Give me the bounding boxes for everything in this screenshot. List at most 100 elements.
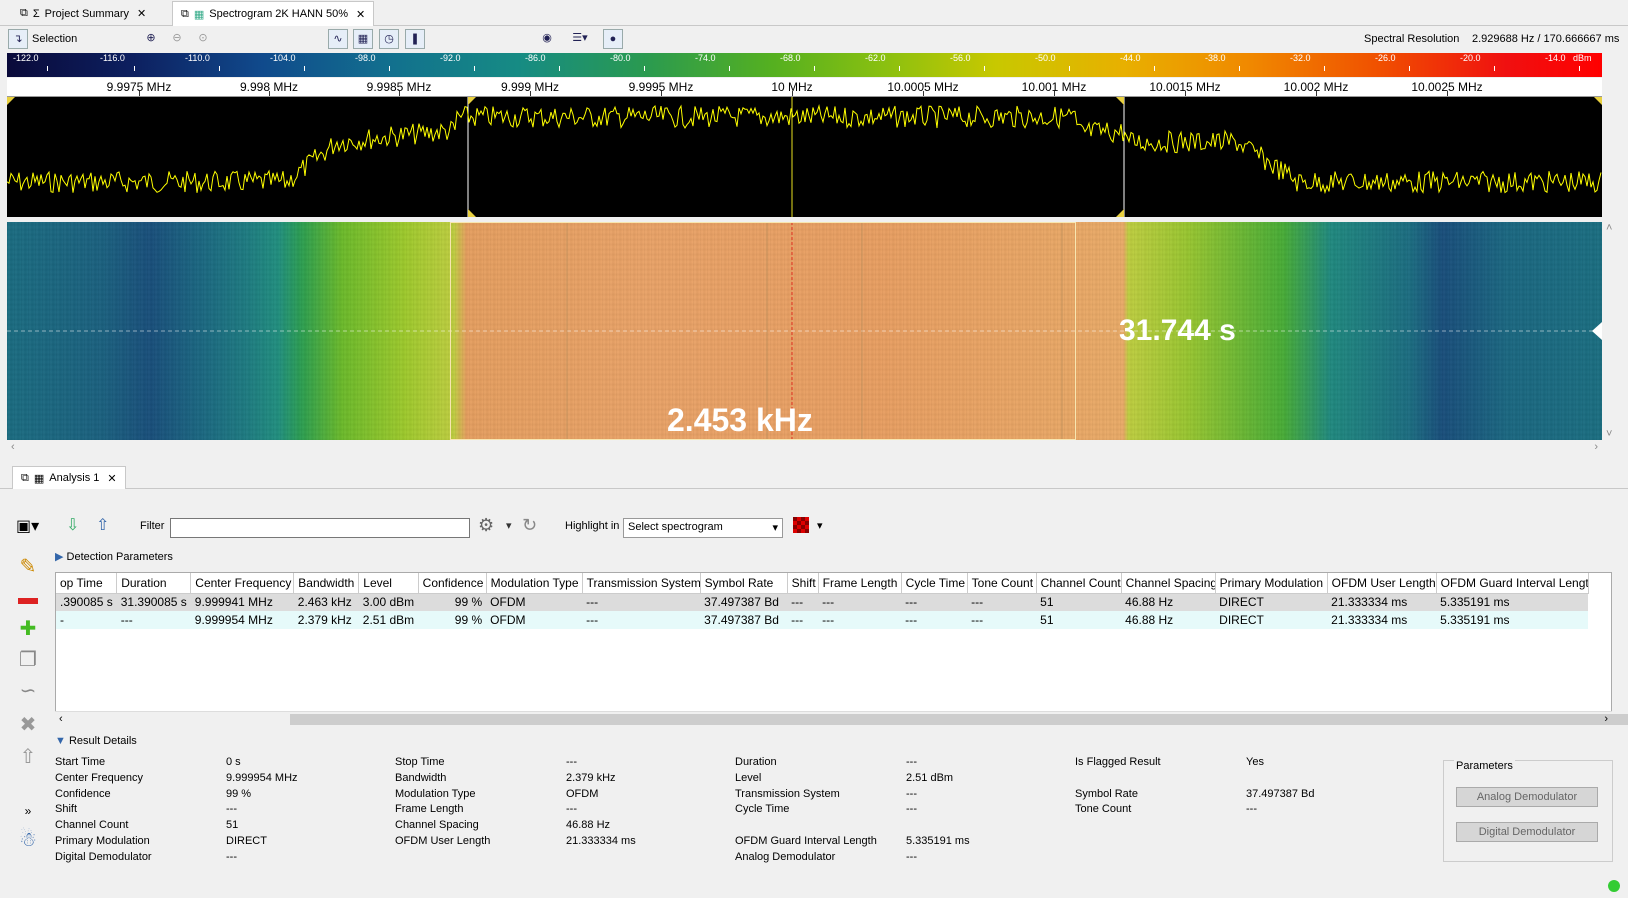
detail-value: 0 s (226, 756, 241, 768)
zoom-reset-icon[interactable]: ⊙ (193, 29, 213, 49)
clock-icon[interactable]: ◷ (379, 29, 399, 49)
frequency-tick (792, 91, 793, 96)
chevron-down-icon[interactable]: ▾ (817, 519, 823, 532)
refresh-icon[interactable]: ↻ (522, 515, 537, 536)
edit-icon[interactable]: ✎ (16, 555, 40, 579)
column-header[interactable]: Duration (116, 573, 192, 594)
new-analysis-dropdown[interactable]: ▣▾ (16, 516, 39, 536)
table-icon: ▦ (33, 472, 45, 485)
parameters-label: Parameters (1454, 760, 1515, 772)
restore-icon[interactable]: ⧉ (21, 472, 29, 485)
colorbar-tick (559, 66, 560, 71)
close-icon[interactable]: ✕ (356, 8, 365, 21)
grid-view-icon[interactable]: ▦ (353, 29, 373, 49)
gear-icon[interactable]: ⚙ (478, 515, 494, 536)
tab-project-summary[interactable]: ⧉ Σ Project Summary ✕ (12, 1, 154, 26)
analog-demodulator-button[interactable]: Analog Demodulator (1456, 787, 1598, 807)
column-header[interactable]: Bandwidth (293, 573, 360, 594)
highlight-select[interactable]: Select spectrogram ▾ (623, 518, 783, 538)
result-details-header[interactable]: ▼ Result Details (55, 735, 137, 747)
column-header[interactable]: OFDM Guard Interval Length (1436, 573, 1589, 594)
spectrum-view-icon[interactable]: ∿ (328, 29, 348, 49)
column-header[interactable]: Channel Count (1036, 573, 1122, 594)
table-cell: 46.88 Hz (1121, 593, 1216, 611)
column-header[interactable]: Primary Modulation (1215, 573, 1328, 594)
filter-input[interactable] (170, 518, 470, 538)
upload-icon[interactable]: ⇧ (16, 745, 40, 769)
spectrum-plot[interactable] (7, 97, 1602, 217)
column-header[interactable]: Modulation Type (486, 573, 583, 594)
export-icon[interactable]: ⇧ (96, 515, 109, 535)
column-header[interactable]: Frame Length (818, 573, 902, 594)
import-icon[interactable]: ⇩ (66, 515, 79, 535)
add-icon[interactable]: ✚ (16, 617, 40, 641)
column-header[interactable]: Channel Spacing (1121, 573, 1216, 594)
scroll-down-icon[interactable]: ˅ (1606, 428, 1612, 440)
graph-icon[interactable]: ☃ (16, 828, 40, 852)
detail-label: Frame Length (395, 803, 464, 816)
horizontal-scrollbar[interactable]: ‹ › (7, 440, 1602, 456)
restore-icon[interactable]: ⧉ (181, 8, 189, 21)
scroll-left-icon[interactable]: ‹ (11, 441, 15, 453)
drop-icon[interactable]: ● (603, 29, 623, 49)
column-header[interactable]: OFDM User Length (1327, 573, 1437, 594)
colorbar-tick (984, 66, 985, 71)
connect-icon[interactable]: ∽ (16, 679, 40, 703)
zoom-out-icon[interactable]: ⊖ (167, 29, 187, 49)
restore-icon[interactable]: ⧉ (20, 7, 28, 20)
waterfall-display[interactable]: 31.744 s 2.453 kHz (7, 222, 1602, 440)
scroll-right-icon[interactable]: › (1594, 441, 1598, 453)
highlight-color-icon[interactable] (793, 517, 809, 533)
zoom-in-icon[interactable]: ⊕ (141, 29, 161, 49)
selection-tool-icon[interactable]: ↴ (8, 29, 28, 49)
table-row[interactable]: - --- 9.999954 MHz 2.379 kHz 2.51 dBm 99 % OFD… (56, 611, 1589, 629)
table-cell: 5.335191 ms (1436, 593, 1589, 611)
table-cell: .390085 s (56, 593, 117, 611)
scroll-right-icon[interactable]: › (1604, 713, 1608, 725)
scroll-thumb[interactable] (290, 714, 1628, 725)
table-cell: 37.497387 Bd (700, 611, 788, 629)
spectrogram-icon: ▦ (193, 8, 205, 21)
expand-icon[interactable]: » (16, 799, 40, 823)
markers-icon[interactable]: ❚ (405, 29, 425, 49)
scroll-left-icon[interactable]: ‹ (59, 713, 63, 725)
color-wheel-icon[interactable]: ◉ (537, 29, 557, 49)
table-row[interactable]: .390085 s 31.390085 s 9.999941 MHz 2.463 kH… (56, 593, 1589, 611)
tab-spectrogram[interactable]: ⧉ ▦ Spectrogram 2K HANN 50% ✕ (172, 1, 375, 26)
delete-icon[interactable]: ✖ (16, 713, 40, 737)
column-header[interactable]: Cycle Time (901, 573, 968, 594)
digital-demodulator-button[interactable]: Digital Demodulator (1456, 822, 1598, 842)
vertical-scrollbar[interactable]: ˄ ˅ (1602, 222, 1618, 440)
table-cell: 9.999954 MHz (190, 611, 294, 629)
table-cell: 51 (1036, 611, 1122, 629)
detail-value: --- (566, 803, 577, 816)
copy-icon[interactable]: ❐ (16, 648, 40, 672)
column-header[interactable]: Center Frequency (190, 573, 295, 594)
frequency-tick (139, 91, 140, 96)
detail-value: --- (906, 787, 917, 800)
marker-triangle (1594, 97, 1602, 105)
frequency-tick (661, 91, 662, 96)
chevron-down-icon[interactable]: ▾ (506, 519, 512, 532)
column-header[interactable]: Symbol Rate (700, 573, 788, 594)
close-icon[interactable]: ✕ (137, 7, 146, 20)
column-header[interactable]: op Time (56, 573, 118, 594)
close-icon[interactable]: ✕ (107, 472, 116, 485)
scroll-up-icon[interactable]: ˄ (1606, 222, 1612, 234)
detail-label: Channel Spacing (395, 819, 479, 832)
table-horizontal-scrollbar[interactable]: ‹ › (55, 711, 1628, 727)
column-header[interactable]: Confidence (418, 573, 487, 594)
column-header[interactable]: Tone Count (967, 573, 1037, 594)
column-header[interactable]: Transmission System (582, 573, 701, 594)
colorbar-tick (1579, 66, 1580, 71)
frequency-tick (1185, 91, 1186, 96)
detection-parameters-header[interactable]: ▶ Detection Parameters (55, 550, 173, 563)
tab-analysis-1[interactable]: ⧉ ▦ Analysis 1 ✕ (12, 466, 126, 489)
collapse-icon[interactable]: ▼ (55, 735, 66, 747)
remove-icon[interactable]: ▬ (16, 586, 40, 610)
column-header[interactable]: Level (358, 573, 419, 594)
colorbar-tick (644, 66, 645, 71)
collapse-icon[interactable]: ▶ (55, 551, 63, 563)
color-levels-dropdown[interactable]: ☰▾ (563, 29, 597, 49)
column-header[interactable]: Shift (787, 573, 819, 594)
